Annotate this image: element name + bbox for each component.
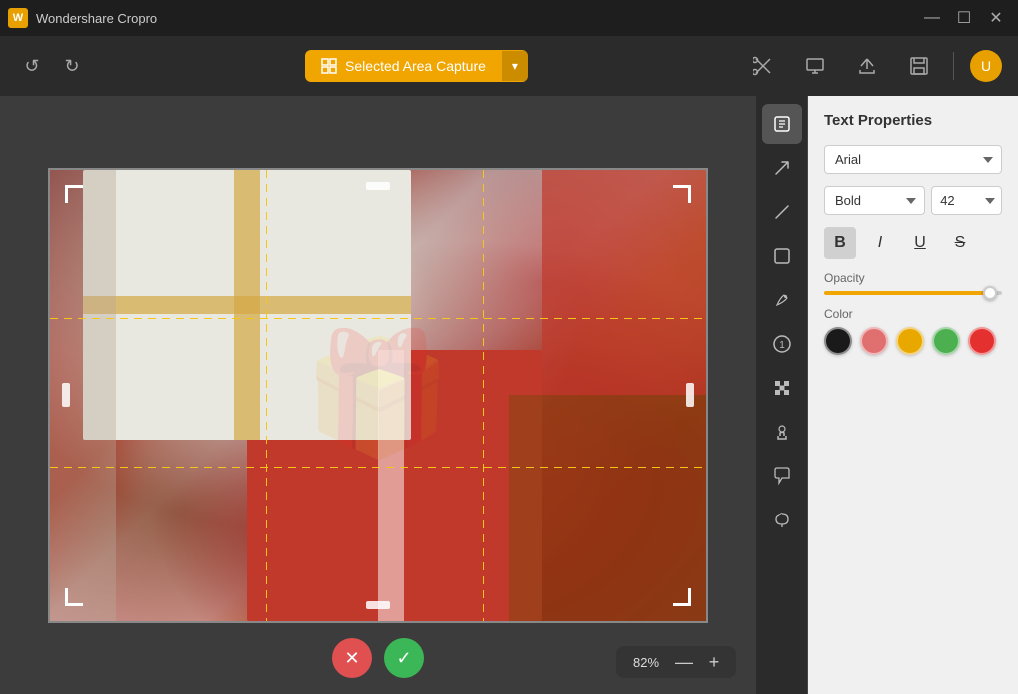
toolbar-divider: [953, 52, 954, 80]
shape-icon: [772, 246, 792, 266]
arrow-tool-button[interactable]: [762, 148, 802, 188]
color-swatch-red[interactable]: [968, 327, 996, 355]
bubble-icon: [772, 466, 792, 486]
color-swatch-yellow[interactable]: [896, 327, 924, 355]
main-content: ✕ ✓ 82% — +: [0, 96, 1018, 694]
canvas-area[interactable]: ✕ ✓ 82% — +: [0, 96, 756, 694]
opacity-slider[interactable]: [824, 291, 1002, 295]
share-icon: [857, 56, 877, 76]
strikethrough-button[interactable]: S: [944, 227, 976, 259]
pen-tool-button[interactable]: [762, 280, 802, 320]
confirm-button[interactable]: ✓: [384, 638, 424, 678]
zoom-out-button[interactable]: —: [672, 650, 696, 674]
pen-icon: [772, 290, 792, 310]
opacity-section: Opacity: [824, 271, 1002, 295]
format-buttons-row: B I U S: [824, 227, 1002, 259]
font-selector[interactable]: Arial Times New Roman Helvetica Courier …: [824, 145, 1002, 174]
zoom-in-button[interactable]: +: [702, 650, 726, 674]
monitor-button[interactable]: [797, 48, 833, 84]
capture-main-button[interactable]: Selected Area Capture: [305, 50, 502, 82]
edit-tool-button[interactable]: [762, 104, 802, 144]
titlebar-controls: — ☐ ✕: [918, 4, 1010, 32]
zoom-level: 82%: [626, 655, 666, 670]
close-button[interactable]: ✕: [982, 4, 1010, 32]
color-swatches: [824, 327, 1002, 355]
monitor-icon: [805, 56, 825, 76]
toolbar-right: U: [745, 48, 1002, 84]
mosaic-icon: [772, 378, 792, 398]
italic-button[interactable]: I: [864, 227, 896, 259]
save-button[interactable]: [901, 48, 937, 84]
main-toolbar: ↺ ↻ Selected Area Capture ▾: [0, 36, 1018, 96]
cut-button[interactable]: [745, 48, 781, 84]
redo-button[interactable]: ↻: [56, 50, 88, 82]
color-swatch-pink[interactable]: [860, 327, 888, 355]
maximize-button[interactable]: ☐: [950, 4, 978, 32]
image-container: [48, 168, 708, 623]
line-tool-button[interactable]: [762, 192, 802, 232]
side-toolbar: 1: [756, 96, 808, 694]
capture-label: Selected Area Capture: [345, 58, 486, 74]
arrow-icon: [772, 158, 792, 178]
opacity-slider-row: [824, 291, 1002, 295]
capture-icon: [321, 58, 337, 74]
capture-button-group[interactable]: Selected Area Capture ▾: [305, 50, 528, 82]
zoom-controls: 82% — +: [616, 646, 736, 678]
opacity-label: Opacity: [824, 271, 1002, 285]
shape-tool-button[interactable]: [762, 236, 802, 276]
font-style-selector[interactable]: Bold Regular Italic Bold Italic: [824, 186, 925, 215]
style-size-row: Bold Regular Italic Bold Italic 42 81012…: [824, 186, 1002, 215]
edit-icon: [772, 114, 792, 134]
number-tool-button[interactable]: 1: [762, 324, 802, 364]
bubble-tool-button[interactable]: [762, 456, 802, 496]
text-properties-panel: Text Properties Arial Times New Roman He…: [808, 96, 1018, 694]
font-row: Arial Times New Roman Helvetica Courier …: [824, 145, 1002, 174]
toolbar-left: ↺ ↻: [16, 50, 88, 82]
line-icon: [772, 202, 792, 222]
titlebar: W Wondershare Cropro — ☐ ✕: [0, 0, 1018, 36]
cancel-button[interactable]: ✕: [332, 638, 372, 678]
number-icon: 1: [772, 334, 792, 354]
font-size-selector[interactable]: 42 81012 141618 2432 486472: [931, 186, 1002, 215]
lasso-icon: [772, 510, 792, 530]
stamp-tool-button[interactable]: [762, 412, 802, 452]
color-label: Color: [824, 307, 1002, 321]
share-button[interactable]: [849, 48, 885, 84]
save-icon: [909, 56, 929, 76]
color-swatch-green[interactable]: [932, 327, 960, 355]
svg-text:1: 1: [779, 340, 785, 351]
titlebar-left: W Wondershare Cropro: [8, 8, 157, 28]
canvas-image: [50, 170, 706, 621]
stamp-icon: [772, 422, 792, 442]
cut-icon: [753, 56, 773, 76]
underline-button[interactable]: U: [904, 227, 936, 259]
app-icon: W: [8, 8, 28, 28]
color-swatch-black[interactable]: [824, 327, 852, 355]
bold-button[interactable]: B: [824, 227, 856, 259]
app-name: Wondershare Cropro: [36, 11, 157, 26]
undo-button[interactable]: ↺: [16, 50, 48, 82]
mosaic-tool-button[interactable]: [762, 368, 802, 408]
panel-title: Text Properties: [824, 112, 1002, 129]
lasso-tool-button[interactable]: [762, 500, 802, 540]
color-section: Color: [824, 307, 1002, 355]
capture-dropdown-arrow[interactable]: ▾: [502, 51, 528, 81]
avatar[interactable]: U: [970, 50, 1002, 82]
minimize-button[interactable]: —: [918, 4, 946, 32]
